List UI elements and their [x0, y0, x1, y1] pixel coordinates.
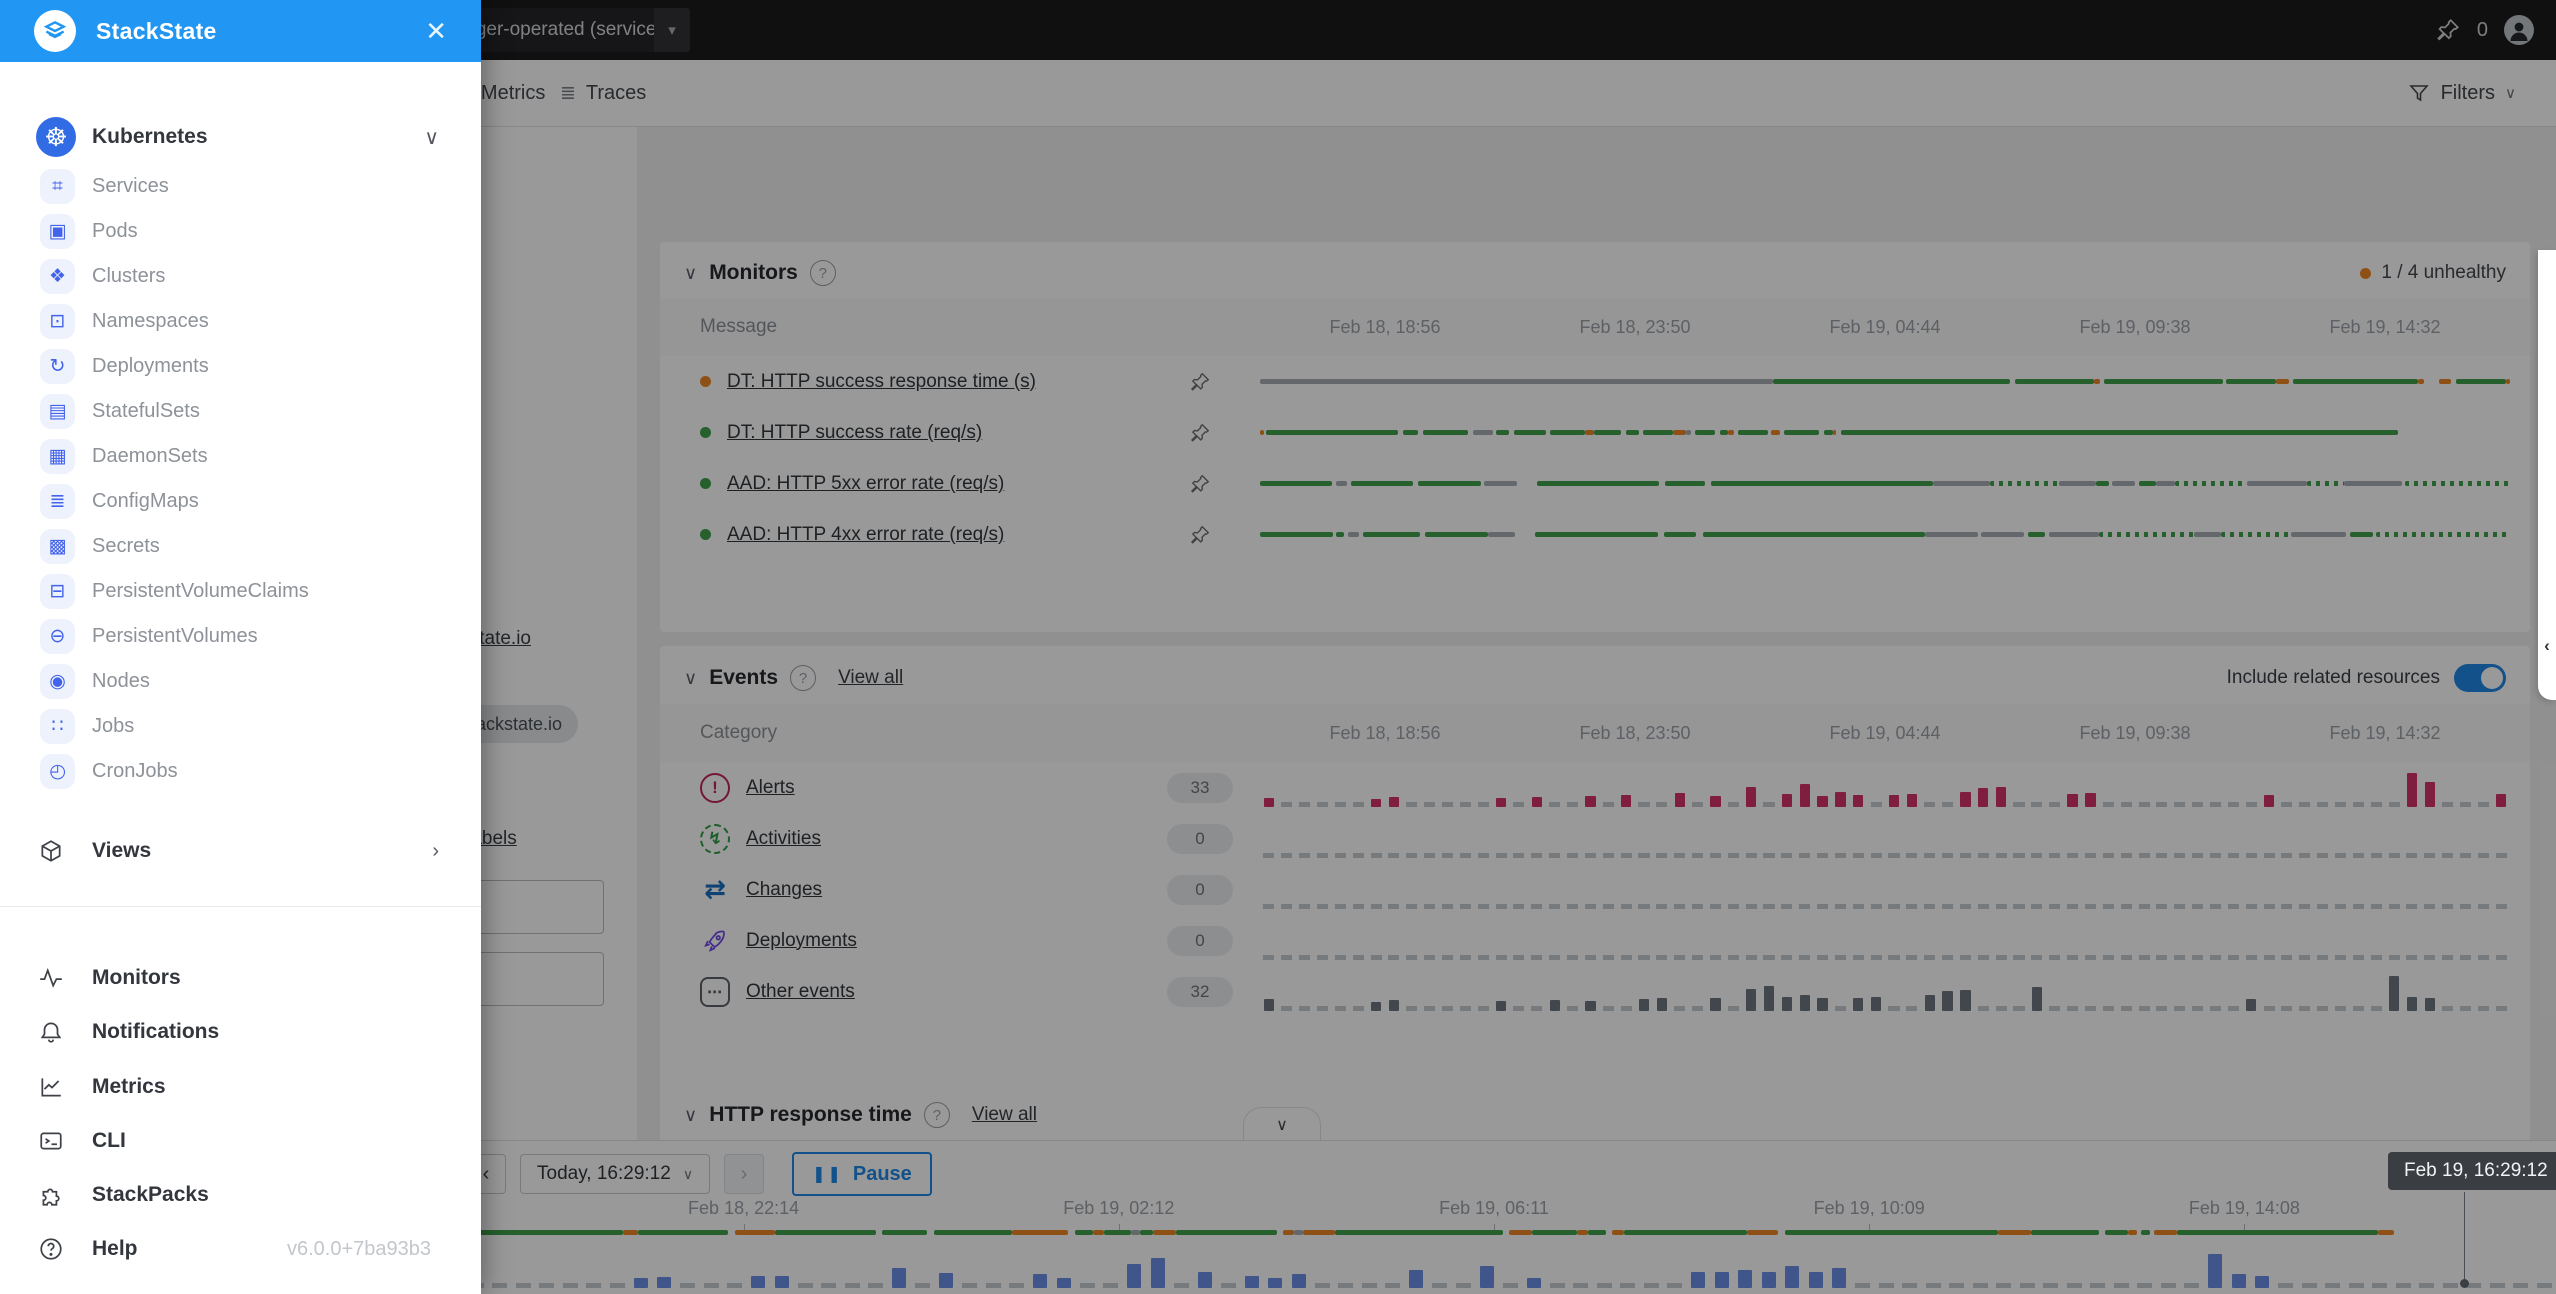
- terminal-icon: [38, 1128, 64, 1154]
- sidebar-item[interactable]: ∷ Jobs: [0, 704, 481, 749]
- sidebar-item-metrics[interactable]: Metrics: [0, 1064, 481, 1110]
- resource-icon: ▤: [40, 394, 75, 429]
- resource-icon: ⊖: [40, 619, 75, 654]
- resource-icon: ▣: [40, 214, 75, 249]
- sidebar-item[interactable]: ⊡ Namespaces: [0, 299, 481, 344]
- resource-icon: ⌗: [40, 169, 75, 204]
- sidebar-item[interactable]: ▦ DaemonSets: [0, 434, 481, 479]
- sidebar-item[interactable]: ▤ StatefulSets: [0, 389, 481, 434]
- sidebar-item[interactable]: ❖ Clusters: [0, 254, 481, 299]
- resource-icon: ≣: [40, 484, 75, 519]
- stackstate-logo-icon: [34, 10, 76, 52]
- sidebar-item[interactable]: ▣ Pods: [0, 209, 481, 254]
- pulse-icon: [38, 965, 64, 991]
- resource-icon: ◴: [40, 754, 75, 789]
- app-version: v6.0.0+7ba93b3: [287, 1238, 431, 1261]
- resource-icon: ↻: [40, 349, 75, 384]
- help-circle-icon: [38, 1236, 64, 1262]
- sidebar-item[interactable]: ◴ CronJobs: [0, 749, 481, 794]
- cube-icon: [38, 838, 64, 864]
- kubernetes-icon: ☸: [36, 117, 76, 157]
- drawer-header: StackState ✕: [0, 0, 481, 62]
- sidebar-item-help[interactable]: Help v6.0.0+7ba93b3: [0, 1226, 481, 1272]
- resource-icon: ❖: [40, 259, 75, 294]
- app-root: cluster-manager-operated (service) ▾ 0 ∿…: [0, 0, 2556, 1294]
- brand-title: StackState: [96, 18, 217, 45]
- sidebar-item[interactable]: ↻ Deployments: [0, 344, 481, 389]
- sidebar-item[interactable]: ▩ Secrets: [0, 524, 481, 569]
- sidebar-item[interactable]: ⊟ PersistentVolumeClaims: [0, 569, 481, 614]
- sidebar-item-views[interactable]: Views ›: [0, 828, 481, 874]
- resource-icon: ⊡: [40, 304, 75, 339]
- divider: [0, 906, 481, 907]
- navigation-drawer: StackState ✕ ☸ Kubernetes ∨ ⌗ Services ▣…: [0, 0, 481, 1294]
- current-time-marker[interactable]: [2464, 1192, 2465, 1284]
- sidebar-item[interactable]: ≣ ConfigMaps: [0, 479, 481, 524]
- chevron-left-icon: ‹: [2544, 636, 2550, 656]
- current-time-tooltip: Feb 19, 16:29:12: [2388, 1152, 2556, 1190]
- sidebar-item[interactable]: ◉ Nodes: [0, 659, 481, 704]
- sidebar-item[interactable]: ⌗ Services: [0, 164, 481, 209]
- sidebar-item-stackpacks[interactable]: StackPacks: [0, 1172, 481, 1218]
- bell-icon: [38, 1019, 64, 1045]
- right-panel-handle[interactable]: ‹: [2538, 250, 2556, 700]
- sidebar-item-kubernetes[interactable]: ☸ Kubernetes ∨: [0, 114, 481, 160]
- sidebar-item-cli[interactable]: CLI: [0, 1118, 481, 1164]
- chevron-right-icon: ›: [432, 840, 439, 863]
- resource-icon: ▩: [40, 529, 75, 564]
- drawer-close-icon[interactable]: ✕: [425, 16, 447, 47]
- sidebar-item[interactable]: ⊖ PersistentVolumes: [0, 614, 481, 659]
- resource-icon: ◉: [40, 664, 75, 699]
- chevron-down-icon: ∨: [424, 125, 439, 150]
- resource-icon: ▦: [40, 439, 75, 474]
- sidebar-item-notifications[interactable]: Notifications: [0, 1009, 481, 1055]
- resource-icon: ⊟: [40, 574, 75, 609]
- puzzle-icon: [38, 1182, 64, 1208]
- sidebar-item-monitors[interactable]: Monitors: [0, 955, 481, 1001]
- chart-icon: [38, 1074, 64, 1100]
- resource-icon: ∷: [40, 709, 75, 744]
